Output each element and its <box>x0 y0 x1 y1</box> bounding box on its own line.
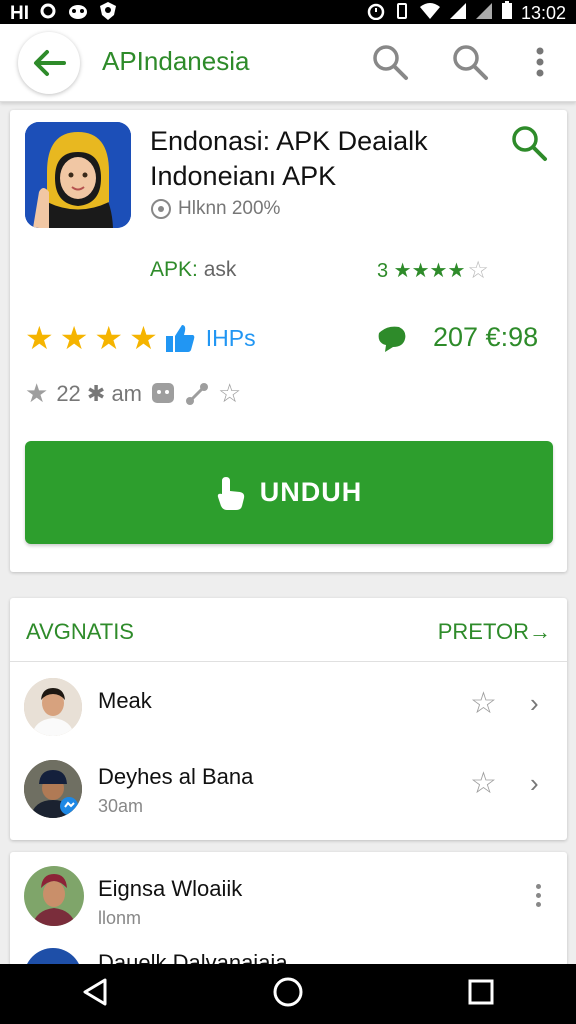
list-item-title: Deyhes al Bana <box>98 764 254 789</box>
more-vert-icon[interactable] <box>528 884 548 907</box>
chat-bubble-icon <box>378 326 406 352</box>
signal-icon-2 <box>475 2 493 25</box>
download-button[interactable]: UNDUH <box>25 441 553 544</box>
battery-icon <box>501 1 513 25</box>
cat-icon <box>67 2 89 26</box>
download-label: UNDUH <box>259 477 363 507</box>
app-meta-text: Hlknn 200% <box>178 198 281 219</box>
section-title: AVGNATIS <box>26 619 134 644</box>
more-vert-icon <box>536 47 544 77</box>
search-icon <box>453 45 488 80</box>
ihps-label: IHPs <box>205 324 256 351</box>
list-item[interactable]: Deyhes al Bana 30am ☆ › <box>10 750 567 830</box>
list-item-subtitle: llonm <box>98 908 142 928</box>
star-icon: ★ <box>25 320 54 356</box>
star-outline-icon: ☆ <box>467 257 489 284</box>
wifi-icon <box>419 2 441 25</box>
apk-label-prefix: APK: <box>150 258 198 281</box>
alarm-icon <box>367 2 385 25</box>
app-search-button[interactable] <box>510 124 548 167</box>
rating-stars-row: ★ ★ ★ ★ IHPs <box>25 322 256 354</box>
list-card: Eignsa Wloaiik llonm Dauelk Dalvanaiaia <box>10 852 567 966</box>
status-time: 13:02 <box>520 2 566 23</box>
status-left-text: HI <box>10 3 29 24</box>
stats-row: ★ 22 ✱ am ☆ <box>25 378 241 409</box>
signal-icon <box>449 2 467 25</box>
share-icon <box>186 382 209 405</box>
nav-back-icon <box>83 978 107 1005</box>
search-button-2[interactable] <box>448 40 492 84</box>
apk-label-value: ask <box>203 258 237 281</box>
star-outline-icon: ☆ <box>218 378 242 408</box>
back-button[interactable] <box>18 32 80 94</box>
avatar <box>24 866 84 926</box>
app-meta: Hlknn 200% <box>150 198 280 220</box>
star-icon: ★ <box>94 320 124 356</box>
list-item-subtitle: 30am <box>98 796 144 816</box>
chevron-right-icon[interactable]: › <box>530 688 539 719</box>
star-icon: ★ <box>59 320 89 356</box>
section-more-link[interactable]: PRETOR→ <box>438 619 551 645</box>
hand-pointer-icon <box>217 476 244 510</box>
nav-home-icon <box>273 977 303 1006</box>
section-card: AVGNATIS PRETOR→ Meak ☆ › Deyhes al Bana… <box>10 598 567 840</box>
app-name: Endonasi: APK Deaialk Indoneianı APK <box>150 124 490 194</box>
avatar <box>24 678 82 736</box>
stats-text: 22 ✱ am <box>56 380 143 406</box>
list-item-title: Meak <box>98 688 152 713</box>
app-bar-title: APIndanesia <box>102 46 250 76</box>
chevron-right-icon[interactable]: › <box>530 768 539 799</box>
search-icon <box>512 126 547 161</box>
status-bar: HI 13:02 <box>0 0 576 24</box>
search-icon <box>373 45 408 80</box>
app-detail-card: Endonasi: APK Deaialk Indoneianı APK Hlk… <box>10 110 567 572</box>
avatar <box>24 760 82 818</box>
app-icon <box>25 122 131 228</box>
thumbs-up-icon <box>165 325 195 352</box>
apk-label: APK: ask <box>150 258 236 282</box>
list-item[interactable]: Meak ☆ › <box>10 670 567 750</box>
nav-back-button[interactable] <box>81 977 109 1012</box>
list-item[interactable]: Eignsa Wloaiik llonm <box>10 858 567 938</box>
search-button[interactable] <box>368 40 412 84</box>
star-icon: ★ <box>129 320 158 356</box>
star-outline-icon[interactable]: ☆ <box>470 766 497 801</box>
star-outline-icon[interactable]: ☆ <box>470 686 497 721</box>
count-right: 207 €:98 <box>375 322 538 353</box>
nav-recents-button[interactable] <box>467 978 495 1011</box>
back-arrow-icon <box>34 50 66 76</box>
more-menu-button[interactable] <box>520 40 560 84</box>
green-rating-text: 3 ★★★★ <box>377 260 466 282</box>
app-name-line2: Indoneianı APK <box>150 161 337 191</box>
app-name-line1: Endonasi: APK Deaialk <box>150 126 428 156</box>
navigation-bar <box>0 964 576 1024</box>
green-rating: 3 ★★★★ ☆ <box>377 256 489 285</box>
face-icon <box>152 382 175 403</box>
list-item-title: Eignsa Wloaiik <box>98 876 243 901</box>
vibrate-icon <box>393 2 411 25</box>
clock-icon <box>151 199 171 219</box>
nav-home-button[interactable] <box>272 976 304 1013</box>
count-right-text: 207 €:98 <box>433 322 539 352</box>
sync-icon <box>39 2 57 26</box>
star-gray-icon: ★ <box>25 378 49 408</box>
nav-recents-icon <box>468 979 494 1004</box>
section-header: AVGNATIS PRETOR→ <box>10 598 567 662</box>
list-item[interactable]: Dauelk Dalvanaiaia <box>10 946 567 966</box>
app-bar: APIndanesia <box>0 24 576 102</box>
